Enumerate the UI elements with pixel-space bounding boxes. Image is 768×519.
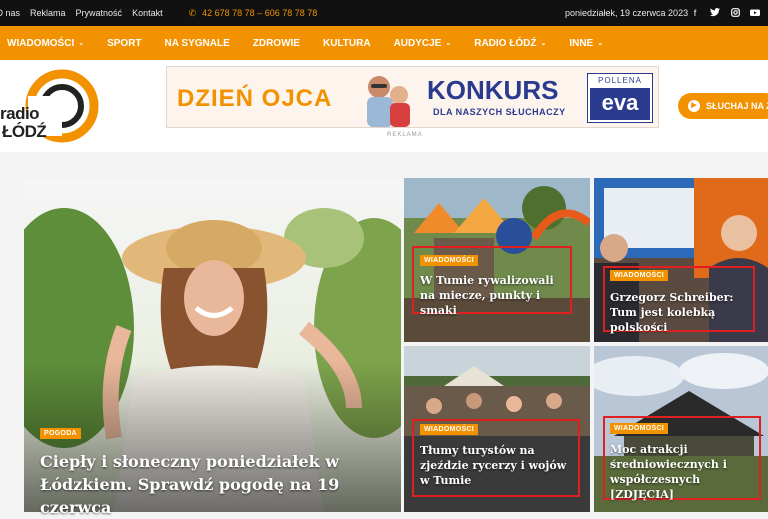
chevron-down-icon: ⌄ xyxy=(78,40,85,47)
article-headline[interactable]: Moc atrakcji średniowiecznych i współcze… xyxy=(610,442,758,502)
chevron-down-icon: ⌄ xyxy=(597,40,604,47)
nav-label: NA SYGNALE xyxy=(164,37,230,49)
brand-top: POLLENA xyxy=(598,76,642,85)
nav-item-na-sygnale[interactable]: NA SYGNALE xyxy=(165,38,230,49)
nav-label: RADIO ŁÓDŹ xyxy=(474,37,537,49)
nav-label: ZDROWIE xyxy=(252,37,300,49)
nav-item-inne[interactable]: INNE ⌄ xyxy=(569,38,603,49)
category-badge[interactable]: POGODA xyxy=(40,428,81,439)
listen-label: SŁUCHAJ NA Ż xyxy=(706,101,768,111)
ad-banner[interactable]: DZIEŃ OJCA KONKURS DLA NASZYCH SŁUCHACZY… xyxy=(166,66,659,128)
link-prywatnosc[interactable]: Prywatność xyxy=(76,8,123,18)
logo-text-radio: radio xyxy=(0,104,40,123)
category-badge[interactable]: WIADOMOŚCI xyxy=(420,424,479,435)
logo-text-lodz: ŁÓDŹ xyxy=(2,122,47,141)
article-headline[interactable]: Grzegorz Schreiber: Tum jest kolebką pol… xyxy=(610,290,755,335)
nav-label: AUDYCJE xyxy=(393,37,442,49)
link-reklama[interactable]: Reklama xyxy=(30,8,66,18)
nav-label: WIADOMOŚCI xyxy=(7,37,75,49)
nav-label: INNE xyxy=(569,37,594,49)
category-badge[interactable]: WIADOMOŚCI xyxy=(420,255,479,266)
article-headline[interactable]: Tłumy turystów na zjeździe rycerzy i woj… xyxy=(420,443,575,488)
youtube-icon[interactable] xyxy=(750,8,760,19)
chevron-down-icon: ⌄ xyxy=(445,40,452,47)
play-icon: ▶ xyxy=(688,100,700,112)
link-o-nas[interactable]: O nas xyxy=(0,8,20,18)
nav-item-radio-lodz[interactable]: RADIO ŁÓDŹ ⌄ xyxy=(474,38,546,49)
phone-icon: ✆ xyxy=(188,7,197,18)
nav-item-kultura[interactable]: KULTURA xyxy=(323,38,371,49)
banner-subtitle: DLA NASZYCH SŁUCHACZY xyxy=(433,107,566,117)
featured-headline[interactable]: Ciepły i słoneczny poniedziałek w Łódzki… xyxy=(40,450,390,519)
ad-label: REKLAMA xyxy=(387,132,423,138)
link-kontakt[interactable]: Kontakt xyxy=(132,8,163,18)
nav-label: SPORT xyxy=(107,37,142,49)
listen-live-button[interactable]: ▶ SŁUCHAJ NA Ż xyxy=(678,93,768,119)
brand-logo: POLLENA eva xyxy=(587,73,653,123)
nav-item-sport[interactable]: SPORT xyxy=(107,38,141,49)
social-links: f xyxy=(690,7,760,19)
facebook-icon[interactable]: f xyxy=(690,8,700,19)
top-bar: O nas Reklama Prywatność Kontakt ✆ 42 67… xyxy=(0,0,768,26)
top-links: O nas Reklama Prywatność Kontakt xyxy=(0,8,163,18)
chevron-down-icon: ⌄ xyxy=(540,40,547,47)
category-badge[interactable]: WIADOMOŚCI xyxy=(610,270,669,281)
main-navigation: WIADOMOŚCI ⌄ SPORT NA SYGNALE ZDROWIE KUL… xyxy=(0,26,768,60)
banner-left-text: DZIEŃ OJCA xyxy=(177,85,333,112)
twitter-icon[interactable] xyxy=(710,7,720,19)
article-headline[interactable]: W Tumie rywalizowali na miecze, punkty i… xyxy=(420,273,570,318)
site-logo[interactable]: radio ŁÓDŹ xyxy=(0,66,110,148)
nav-item-wiadomosci[interactable]: WIADOMOŚCI ⌄ xyxy=(7,38,84,49)
nav-item-zdrowie[interactable]: ZDROWIE xyxy=(253,38,300,49)
site-header: radio ŁÓDŹ DZIEŃ OJCA KONKURS DLA NASZYC… xyxy=(0,60,768,152)
nav-label: KULTURA xyxy=(322,37,371,49)
phone-contact[interactable]: ✆ 42 678 78 78 – 606 78 78 78 xyxy=(189,8,318,19)
current-date: poniedziałek, 19 czerwca 2023 xyxy=(565,8,689,18)
banner-photo xyxy=(367,76,410,127)
brand-main: eva xyxy=(590,88,650,120)
instagram-icon[interactable] xyxy=(730,7,740,19)
banner-title: KONKURS xyxy=(427,75,559,105)
category-badge[interactable]: WIADOMOŚCI xyxy=(610,423,669,434)
phone-number: 42 678 78 78 – 606 78 78 78 xyxy=(202,8,318,18)
nav-item-audycje[interactable]: AUDYCJE ⌄ xyxy=(394,38,452,49)
